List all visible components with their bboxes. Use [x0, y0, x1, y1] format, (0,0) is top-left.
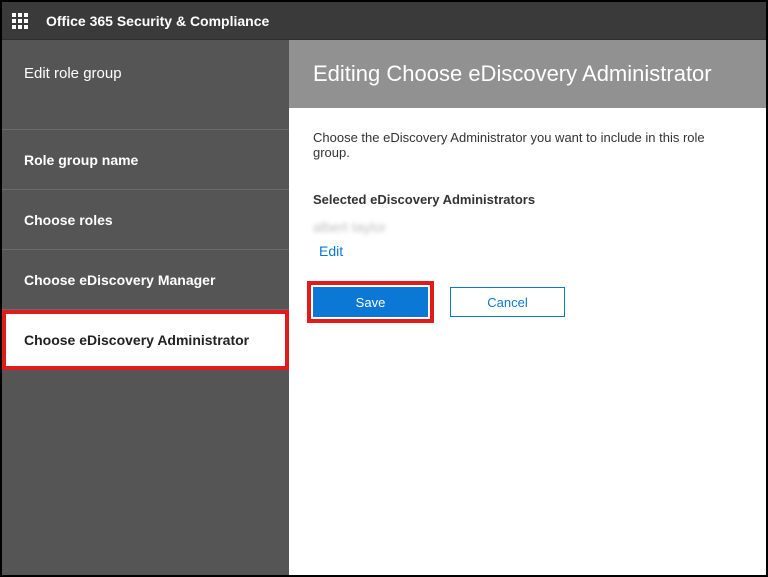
instruction-text: Choose the eDiscovery Administrator you …	[313, 130, 742, 160]
button-row: Save Cancel	[313, 287, 742, 317]
main-panel-title: Editing Choose eDiscovery Administrator	[289, 40, 766, 108]
top-bar: Office 365 Security & Compliance	[2, 2, 766, 40]
step-label: Choose eDiscovery Manager	[24, 272, 215, 288]
selected-admin-name: albert taylor	[313, 219, 742, 235]
main-panel: Editing Choose eDiscovery Administrator …	[289, 40, 766, 575]
app-title: Office 365 Security & Compliance	[46, 13, 269, 29]
app-launcher-icon[interactable]	[12, 13, 28, 29]
sidebar-heading: Edit role group	[2, 40, 289, 130]
selected-admins-heading: Selected eDiscovery Administrators	[313, 192, 742, 207]
step-choose-ediscovery-manager[interactable]: Choose eDiscovery Manager	[2, 250, 289, 310]
step-label: Role group name	[24, 152, 138, 168]
step-role-group-name[interactable]: Role group name	[2, 130, 289, 190]
step-label: Choose roles	[24, 212, 113, 228]
wizard-sidebar: Edit role group Role group name Choose r…	[2, 40, 289, 575]
step-choose-roles[interactable]: Choose roles	[2, 190, 289, 250]
edit-link[interactable]: Edit	[319, 243, 742, 259]
cancel-button[interactable]: Cancel	[450, 287, 565, 317]
step-choose-ediscovery-administrator[interactable]: Choose eDiscovery Administrator	[2, 310, 289, 370]
save-button[interactable]: Save	[313, 287, 428, 317]
step-label: Choose eDiscovery Administrator	[24, 332, 249, 348]
